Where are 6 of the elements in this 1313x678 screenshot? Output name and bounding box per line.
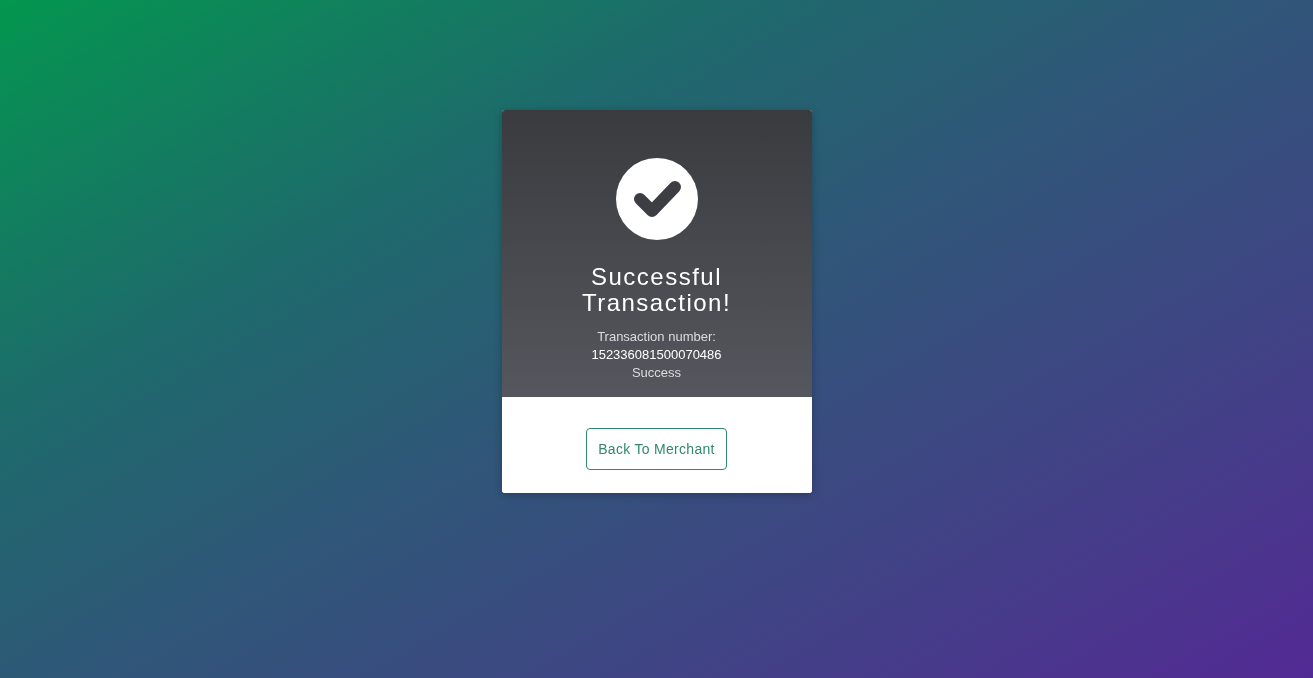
transaction-number: 152336081500070486 — [591, 346, 722, 364]
result-title: Successful Transaction! — [580, 264, 733, 316]
transaction-status: Success — [631, 364, 682, 382]
check-circle-icon — [615, 158, 698, 240]
transaction-number-label: Transaction number: — [597, 328, 716, 346]
back-to-merchant-button[interactable]: Back To Merchant — [586, 428, 727, 470]
